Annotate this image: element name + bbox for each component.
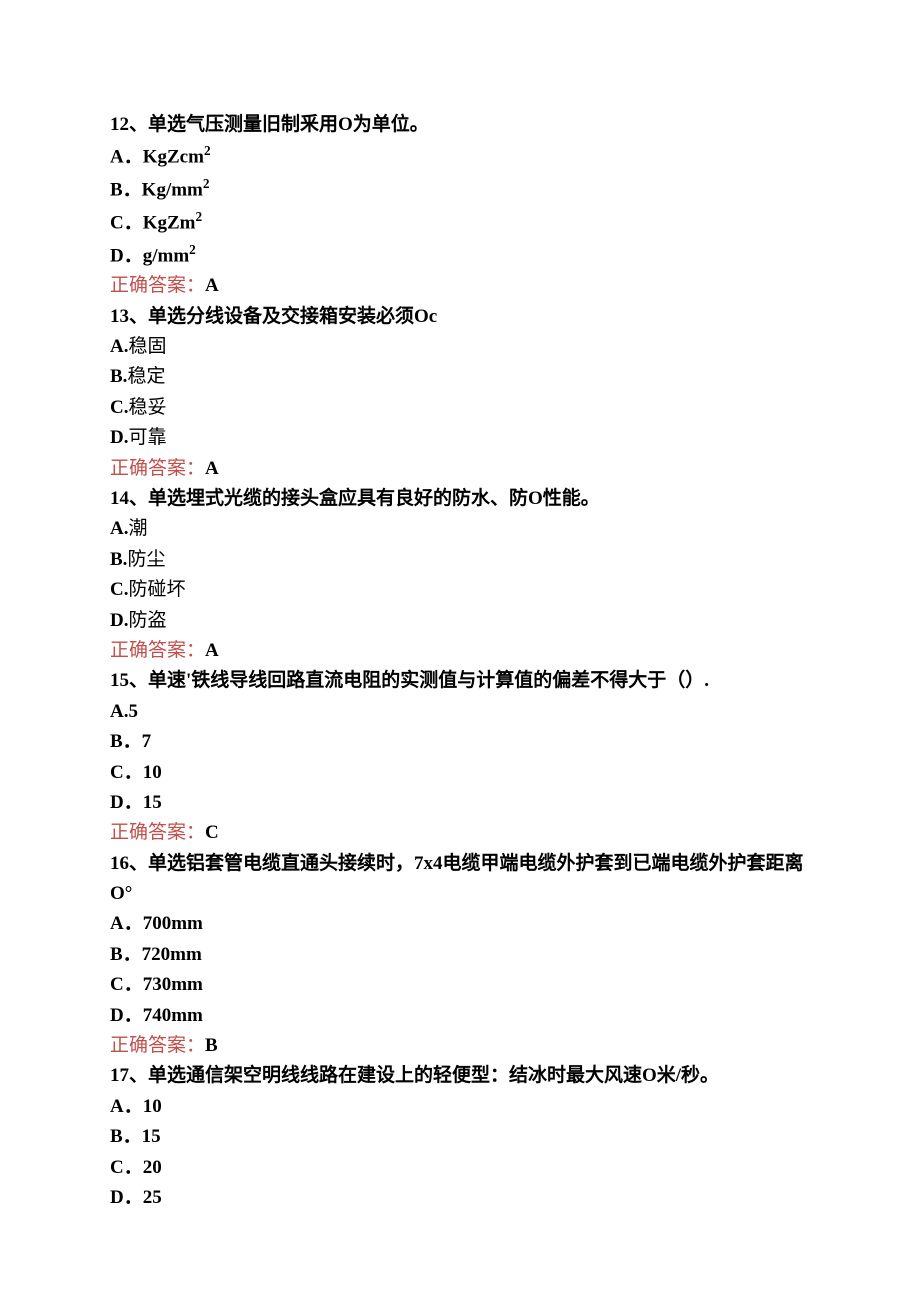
correct-answer: 正确答案：A	[110, 271, 810, 301]
question-option: B．720mm	[110, 940, 810, 970]
question-option: D．740mm	[110, 1001, 810, 1031]
question-option: C．10	[110, 758, 810, 788]
question-stem: 14、单选埋式光缆的接头盒应具有良好的防水、防O性能。	[110, 484, 810, 514]
correct-answer: 正确答案：A	[110, 454, 810, 484]
question-option: A.5	[110, 697, 810, 727]
question-stem: 15、单速'铁线导线回路直流电阻的实测值与计算值的偏差不得大于（）.	[110, 666, 810, 696]
answer-value: A	[205, 640, 219, 661]
question-option: B．7	[110, 727, 810, 757]
question-option: A．10	[110, 1092, 810, 1122]
question-option: D．15	[110, 788, 810, 818]
answer-label: 正确答案：	[110, 640, 205, 661]
question-option: A．KgZcm2	[110, 140, 810, 173]
question-option: B．15	[110, 1122, 810, 1152]
question-option: D.防盗	[110, 606, 810, 636]
question-option: D．25	[110, 1183, 810, 1213]
question-stem: 16、单选铝套管电缆直通头接续时，7x4电缆甲端电缆外护套到已端电缆外护套距离O…	[110, 849, 810, 910]
question-stem: 17、单选通信架空明线线路在建设上的轻便型：结冰时最大风速O米/秒。	[110, 1061, 810, 1091]
question-option: A.稳固	[110, 332, 810, 362]
question-option: C.稳妥	[110, 393, 810, 423]
answer-value: C	[205, 822, 219, 843]
question-option: C．20	[110, 1153, 810, 1183]
question-option: B．Kg/mm2	[110, 173, 810, 206]
question-option: D．g/mm2	[110, 239, 810, 272]
answer-label: 正确答案：	[110, 458, 205, 479]
correct-answer: 正确答案：A	[110, 636, 810, 666]
question-option: A．700mm	[110, 909, 810, 939]
answer-value: A	[205, 458, 219, 479]
question-option: C.防碰坏	[110, 575, 810, 605]
question-option: D.可靠	[110, 423, 810, 453]
question-option: C．KgZm2	[110, 206, 810, 239]
answer-label: 正确答案：	[110, 822, 205, 843]
correct-answer: 正确答案：C	[110, 818, 810, 848]
correct-answer: 正确答案：B	[110, 1031, 810, 1061]
question-stem: 13、单选分线设备及交接箱安装必须Oc	[110, 302, 810, 332]
answer-label: 正确答案：	[110, 275, 205, 296]
question-option: A.潮	[110, 514, 810, 544]
answer-value: A	[205, 275, 219, 296]
answer-label: 正确答案：	[110, 1035, 205, 1056]
question-option: C．730mm	[110, 970, 810, 1000]
question-option: B.防尘	[110, 545, 810, 575]
question-stem: 12、单选气压测量旧制釆用O为单位。	[110, 110, 810, 140]
question-option: B.稳定	[110, 362, 810, 392]
answer-value: B	[205, 1035, 218, 1056]
